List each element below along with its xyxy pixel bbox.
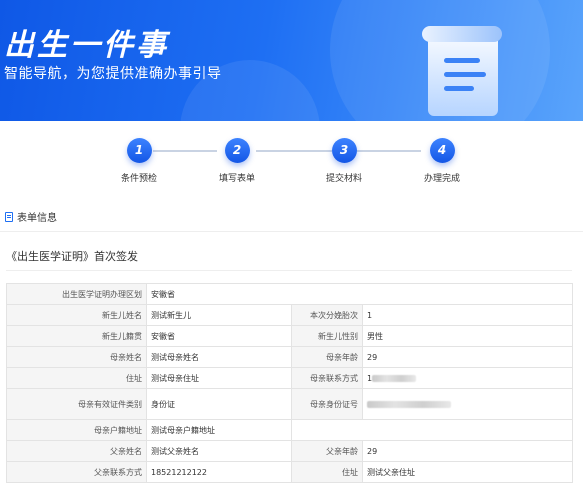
table-row: 新生儿姓名 测试新生儿 本次分娩胎次 1 <box>6 304 573 326</box>
table-row: 母亲姓名 测试母亲姓名 母亲年龄 29 <box>6 346 573 368</box>
newborn-name-value: 测试新生儿 <box>146 304 292 326</box>
mother-contact-label: 母亲联系方式 <box>291 367 363 389</box>
mother-age-value: 29 <box>362 346 573 368</box>
birth-order-value: 1 <box>362 304 573 326</box>
section-header: 表单信息 <box>5 209 57 224</box>
document-scroll-illustration <box>422 26 502 116</box>
region-value: 安徽省 <box>146 283 573 305</box>
mother-id-number-value <box>362 388 573 420</box>
step-number: 4 <box>429 138 455 163</box>
address-label: 住址 <box>6 367 147 389</box>
address-value: 测试母亲住址 <box>146 367 292 389</box>
divider <box>6 270 572 271</box>
father-age-value: 29 <box>362 440 573 462</box>
step-number: 1 <box>126 138 152 163</box>
father-name-label: 父亲姓名 <box>6 440 147 462</box>
step-number: 2 <box>224 138 250 163</box>
table-row: 新生儿籍贯 安徽省 新生儿性别 男性 <box>6 325 573 347</box>
table-row: 母亲户籍地址 测试母亲户籍地址 <box>6 419 573 441</box>
divider <box>0 231 583 232</box>
form-info-table: 出生医学证明办理区划 安徽省 新生儿姓名 测试新生儿 本次分娩胎次 1 新生儿籍… <box>6 283 573 483</box>
banner-subtitle: 智能导航，为您提供准确办事引导 <box>4 66 222 82</box>
table-row: 父亲姓名 测试父亲姓名 父亲年龄 29 <box>6 440 573 462</box>
empty-cell <box>291 419 573 441</box>
father-contact-label: 父亲联系方式 <box>6 461 147 483</box>
birth-order-label: 本次分娩胎次 <box>291 304 363 326</box>
father-contact-value: 18521212122 <box>146 461 292 483</box>
mother-name-label: 母亲姓名 <box>6 346 147 368</box>
section-title: 表单信息 <box>17 213 57 224</box>
father-address-value: 测试父亲住址 <box>362 461 573 483</box>
banner: 出生一件事 智能导航，为您提供准确办事引导 <box>0 0 583 121</box>
mother-id-type-value: 身份证 <box>146 388 292 420</box>
step-label: 填写表单 <box>218 174 255 184</box>
mother-id-number-label: 母亲身份证号 <box>291 388 363 420</box>
step-2: 2 填写表单 <box>192 138 282 184</box>
mother-age-label: 母亲年龄 <box>291 346 363 368</box>
banner-title: 出生一件事 <box>4 28 169 63</box>
step-number: 3 <box>331 138 357 163</box>
form-title: 《出生医学证明》首次签发 <box>6 250 138 263</box>
mother-contact-value: 1 <box>362 367 573 389</box>
mother-id-type-label: 母亲有效证件类别 <box>6 388 147 420</box>
mother-hukou-label: 母亲户籍地址 <box>6 419 147 441</box>
step-4: 4 办理完成 <box>397 138 487 184</box>
table-row: 父亲联系方式 18521212122 住址 测试父亲住址 <box>6 461 573 483</box>
progress-steps: 1 条件预检 2 填写表单 3 提交材料 4 办理完成 <box>0 138 583 188</box>
newborn-origin-value: 安徽省 <box>146 325 292 347</box>
newborn-gender-label: 新生儿性别 <box>291 325 363 347</box>
mother-hukou-value: 测试母亲户籍地址 <box>146 419 292 441</box>
father-address-label: 住址 <box>291 461 363 483</box>
table-row: 住址 测试母亲住址 母亲联系方式 1 <box>6 367 573 389</box>
newborn-origin-label: 新生儿籍贯 <box>6 325 147 347</box>
mother-name-value: 测试母亲姓名 <box>146 346 292 368</box>
father-name-value: 测试父亲姓名 <box>146 440 292 462</box>
newborn-name-label: 新生儿姓名 <box>6 304 147 326</box>
document-icon <box>5 211 13 222</box>
step-label: 办理完成 <box>423 174 460 184</box>
redacted-value <box>372 374 417 382</box>
table-row: 出生医学证明办理区划 安徽省 <box>6 283 573 305</box>
step-label: 条件预检 <box>120 174 157 184</box>
step-3: 3 提交材料 <box>299 138 389 184</box>
table-row: 母亲有效证件类别 身份证 母亲身份证号 <box>6 388 573 420</box>
newborn-gender-value: 男性 <box>362 325 573 347</box>
region-label: 出生医学证明办理区划 <box>6 283 147 305</box>
step-label: 提交材料 <box>325 174 362 184</box>
father-age-label: 父亲年龄 <box>291 440 363 462</box>
step-1: 1 条件预检 <box>94 138 184 184</box>
redacted-value <box>367 400 451 408</box>
